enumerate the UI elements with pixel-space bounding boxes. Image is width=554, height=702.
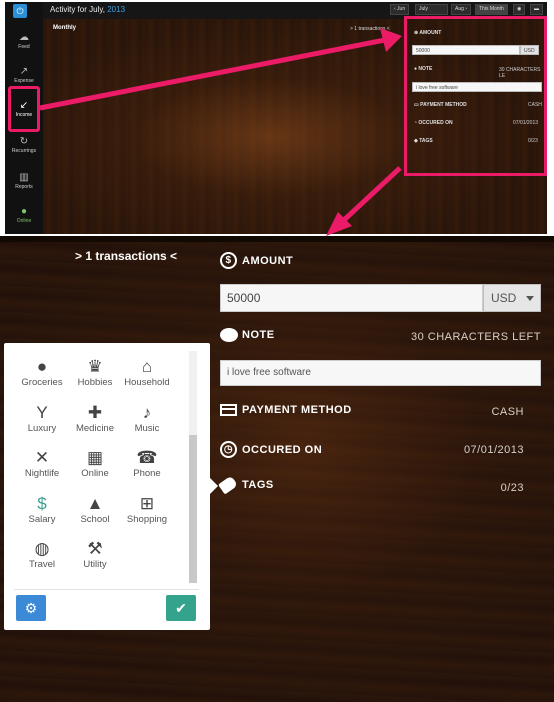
phone-icon: ☎ (136, 448, 158, 467)
music-note-icon: ♪ (142, 403, 152, 422)
category-phone[interactable]: ☎ Phone (117, 448, 177, 479)
category-household[interactable]: ⌂ Household (117, 357, 177, 388)
sidebar-item-expense[interactable]: ↗ Expense (5, 66, 43, 84)
occured-on-value[interactable]: 07/01/2013 (420, 444, 524, 456)
popup-pointer (210, 478, 218, 494)
gear-icon: ⚙ (24, 600, 38, 616)
category-picker-popup: ● Groceries ♛ Hobbies ⌂ Household Y Luxury ✚… (4, 343, 210, 630)
note-char-counter: 30 CHARACTERS LEFT (410, 331, 541, 343)
credit-card-icon (220, 404, 237, 416)
transactions-link[interactable]: > 1 transactions < (75, 249, 177, 263)
payment-method-label: PAYMENT METHOD (220, 404, 352, 416)
medkit-icon: ✚ (87, 403, 103, 422)
cart-icon: ⊞ (139, 494, 155, 513)
category-online[interactable]: ▦ Online (65, 448, 125, 479)
dollar-icon: $ (220, 252, 237, 269)
speech-bubble-icon (220, 328, 238, 342)
category-confirm-button[interactable]: ✔ (166, 595, 196, 621)
form-highlight-box (404, 16, 547, 176)
tags-counter[interactable]: 0/23 (470, 482, 524, 494)
popup-divider (14, 589, 199, 590)
category-hobbies[interactable]: ♛ Hobbies (65, 357, 125, 388)
category-utility[interactable]: ⚒ Utility (65, 539, 125, 570)
category-luxury[interactable]: Y Luxury (12, 403, 72, 434)
category-scrollbar-thumb[interactable] (189, 435, 197, 583)
checkmark-icon: ✔ (175, 600, 187, 616)
sidebar-item-reports[interactable]: ▥ Reports (5, 172, 43, 190)
zoomed-form-screenshot: > 1 transactions < $ AMOUNT 50000 USD NO… (0, 236, 554, 702)
this-month-button[interactable]: This Month (475, 4, 508, 15)
hammer-icon: ⚒ (87, 539, 103, 558)
crossed-swords-icon: ✕ (34, 448, 50, 467)
category-school[interactable]: ▲ School (65, 494, 125, 525)
category-groceries[interactable]: ● Groceries (12, 357, 72, 388)
next-month-button[interactable]: Aug › (451, 4, 471, 15)
category-nightlife[interactable]: ✕ Nightlife (12, 448, 72, 479)
page-title: Activity for July, 2013 (50, 5, 126, 14)
currency-select[interactable]: USD (483, 284, 541, 312)
sidebar-item-feed[interactable]: ☁ Feed (5, 32, 43, 50)
globe-icon: ◍ (34, 539, 50, 558)
arrow-up-right-icon: ↗ (19, 66, 29, 77)
dollar-circle-icon: $ (37, 494, 47, 513)
cocktail-icon: Y (36, 403, 48, 422)
note-input[interactable]: i love free software (220, 360, 541, 386)
top-edge (0, 236, 554, 242)
menu-icon[interactable]: ▬ (530, 4, 543, 15)
clock-icon: ◷ (220, 441, 237, 458)
bar-chart-icon: ▥ (19, 172, 29, 183)
income-highlight-box (8, 86, 40, 132)
chevron-down-icon (526, 296, 534, 301)
mini-transactions-link[interactable]: > 1 transactions < (350, 26, 390, 32)
house-icon: ⌂ (141, 357, 153, 376)
occured-on-label: ◷ OCCURED ON (220, 441, 322, 458)
apple-icon: ● (36, 357, 48, 376)
refresh-icon: ↻ (19, 136, 29, 147)
eye-icon[interactable]: ◉ (513, 4, 526, 15)
sidebar-item-recurrings[interactable]: ↻ Recurrings (5, 136, 43, 154)
note-label: NOTE (220, 328, 275, 342)
trophy-icon: ♛ (87, 357, 103, 376)
payment-method-value[interactable]: CASH (440, 406, 524, 418)
power-logo-icon[interactable]: ⏻ (13, 4, 27, 18)
category-music[interactable]: ♪ Music (117, 403, 177, 434)
prev-month-button[interactable]: ‹ Jun (390, 4, 410, 15)
category-shopping[interactable]: ⊞ Shopping (117, 494, 177, 525)
view-mode-label: Monthly (53, 25, 76, 31)
category-salary[interactable]: $ Salary (12, 494, 72, 525)
category-medicine[interactable]: ✚ Medicine (65, 403, 125, 434)
graduation-cap-icon: ▲ (86, 494, 104, 513)
feed-icon: ☁ (19, 32, 29, 43)
app-overview-screenshot: Activity for July, 2013 ‹ Jun July Aug ›… (5, 2, 547, 234)
tags-label: TAGS (218, 475, 274, 495)
month-select[interactable]: July (415, 4, 448, 15)
amount-label: $ AMOUNT (220, 252, 293, 269)
category-settings-button[interactable]: ⚙ (16, 595, 46, 621)
category-travel[interactable]: ◍ Travel (12, 539, 72, 570)
amount-input[interactable]: 50000 (220, 284, 483, 312)
sidebar-item-online[interactable]: ● Online (5, 206, 43, 224)
online-icon: ● (20, 206, 28, 217)
qr-code-icon: ▦ (86, 448, 104, 467)
